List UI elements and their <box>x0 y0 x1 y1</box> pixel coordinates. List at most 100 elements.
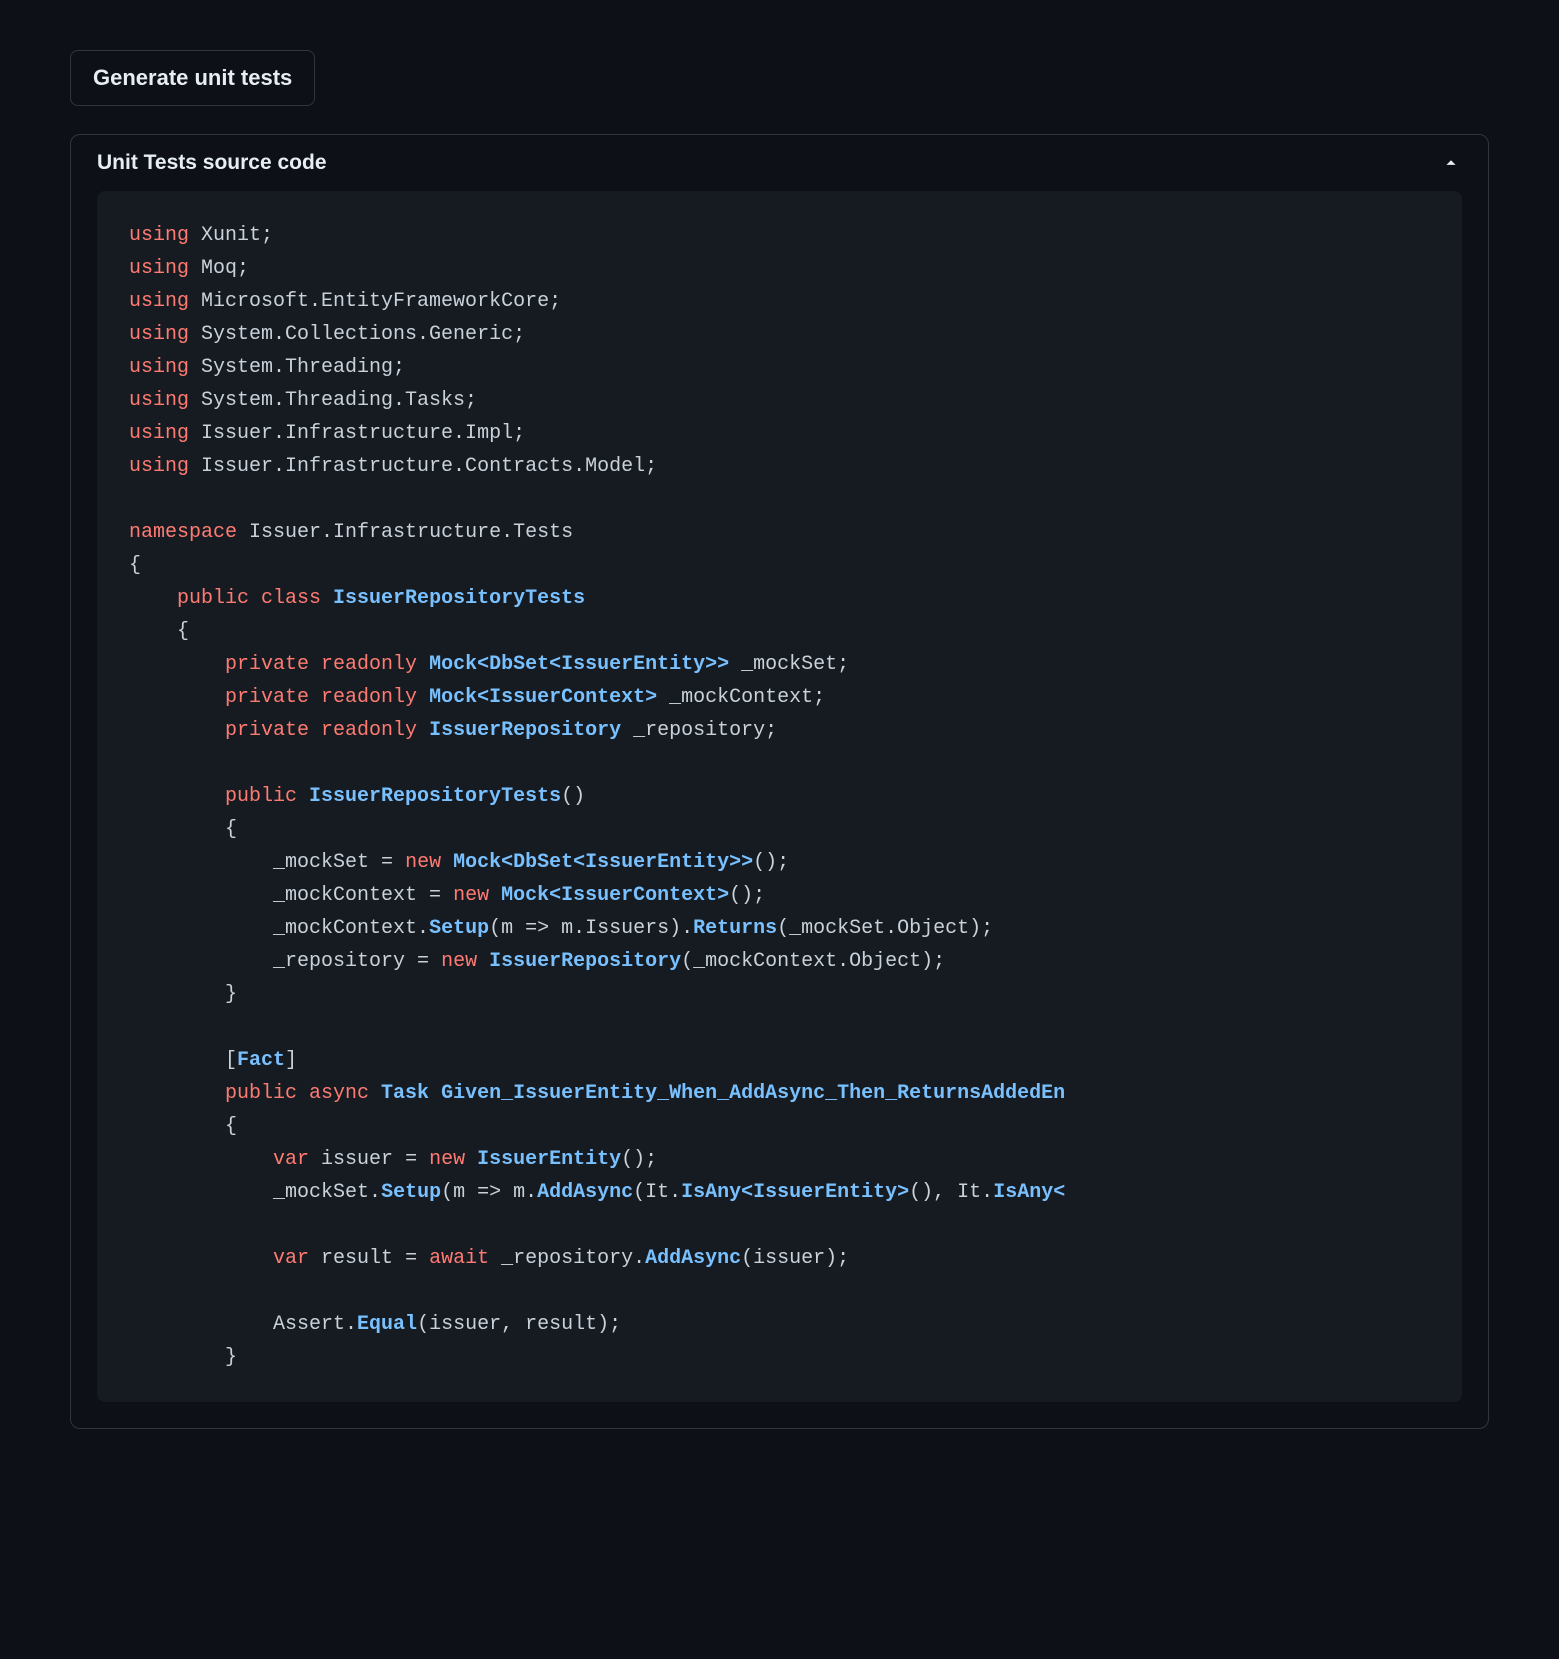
indent <box>129 653 225 676</box>
indent <box>129 1247 273 1270</box>
code-text: (); <box>729 884 765 907</box>
indent <box>129 950 273 973</box>
indent <box>129 785 225 808</box>
code-text: Issuer.Infrastructure.Impl; <box>189 422 525 445</box>
panel-header[interactable]: Unit Tests source code <box>71 135 1488 191</box>
fn-addasync: AddAsync <box>537 1181 633 1204</box>
indent <box>129 587 177 610</box>
kw-using: using <box>129 455 189 478</box>
kw-new: new <box>441 950 489 973</box>
indent <box>129 851 273 874</box>
kw-readonly: readonly <box>309 719 429 742</box>
kw-var: var <box>273 1148 309 1171</box>
type: IssuerEntity <box>477 1148 621 1171</box>
bracket: [ <box>225 1049 237 1072</box>
code-text: (issuer); <box>741 1247 849 1270</box>
fn-equal: Equal <box>357 1313 417 1336</box>
code-text: issuer = <box>309 1148 429 1171</box>
code-text: Issuer.Infrastructure.Contracts.Model; <box>189 455 657 478</box>
type: Mock<DbSet<IssuerEntity>> <box>453 851 753 874</box>
kw-new: new <box>429 1148 477 1171</box>
brace: } <box>129 983 237 1006</box>
type-task: Task <box>381 1082 441 1105</box>
code-text: _repository. <box>489 1247 645 1270</box>
kw-public: public <box>225 785 309 808</box>
attr-fact: Fact <box>237 1049 285 1072</box>
bracket: ] <box>285 1049 297 1072</box>
kw-readonly: readonly <box>309 686 429 709</box>
type: Mock<DbSet<IssuerEntity>> <box>429 653 729 676</box>
kw-using: using <box>129 422 189 445</box>
kw-var: var <box>273 1247 309 1270</box>
method-name: Given_IssuerEntity_When_AddAsync_Then_Re… <box>441 1082 1065 1105</box>
code-text: (m => m. <box>441 1181 537 1204</box>
code-text: Microsoft.EntityFrameworkCore; <box>189 290 561 313</box>
code-text: Moq; <box>189 257 249 280</box>
chevron-up-icon <box>1440 152 1462 174</box>
indent <box>129 686 225 709</box>
indent <box>129 1181 273 1204</box>
kw-using: using <box>129 290 189 313</box>
kw-readonly: readonly <box>309 653 429 676</box>
kw-using: using <box>129 257 189 280</box>
kw-using: using <box>129 389 189 412</box>
kw-public: public <box>177 587 249 610</box>
kw-private: private <box>225 686 309 709</box>
kw-public-async: public async <box>225 1082 381 1105</box>
code-text: _mockContext. <box>273 917 429 940</box>
indent <box>129 719 225 742</box>
indent <box>129 1082 225 1105</box>
kw-private: private <box>225 719 309 742</box>
fn-isany: IsAny< <box>993 1181 1065 1204</box>
code-text: Assert. <box>273 1313 357 1336</box>
field-name: _repository; <box>621 719 777 742</box>
brace: } <box>129 1346 237 1369</box>
code-text: (_mockContext.Object); <box>681 950 945 973</box>
code-text: (_mockSet.Object); <box>777 917 993 940</box>
brace: { <box>129 620 189 643</box>
kw-using: using <box>129 356 189 379</box>
code-block[interactable]: using Xunit; using Moq; using Microsoft.… <box>97 191 1462 1402</box>
code-text: (); <box>753 851 789 874</box>
type: IssuerRepository <box>429 719 621 742</box>
code-text: result = <box>309 1247 429 1270</box>
kw-using: using <box>129 224 189 247</box>
indent <box>129 884 273 907</box>
code-text: (); <box>621 1148 657 1171</box>
fn-setup: Setup <box>429 917 489 940</box>
kw-class: class <box>249 587 333 610</box>
code-text: Issuer.Infrastructure.Tests <box>237 521 573 544</box>
paren: () <box>561 785 585 808</box>
ctor-name: IssuerRepositoryTests <box>309 785 561 808</box>
type: Mock<IssuerContext> <box>501 884 729 907</box>
brace: { <box>129 1115 237 1138</box>
indent <box>129 1049 225 1072</box>
code-text: _mockSet. <box>273 1181 381 1204</box>
fn-setup: Setup <box>381 1181 441 1204</box>
code-text: System.Threading.Tasks; <box>189 389 477 412</box>
indent <box>129 917 273 940</box>
kw-private: private <box>225 653 309 676</box>
code-text: System.Threading; <box>189 356 405 379</box>
code-text: _repository = <box>273 950 441 973</box>
code-text: (It. <box>633 1181 681 1204</box>
code-text: (issuer, result); <box>417 1313 621 1336</box>
panel-title: Unit Tests source code <box>97 151 327 175</box>
code-text: _mockContext = <box>273 884 453 907</box>
fn-addasync: AddAsync <box>645 1247 741 1270</box>
kw-await: await <box>429 1247 489 1270</box>
kw-new: new <box>453 884 501 907</box>
kw-namespace: namespace <box>129 521 237 544</box>
brace: { <box>129 818 237 841</box>
code-text: (), It. <box>909 1181 993 1204</box>
generate-unit-tests-button[interactable]: Generate unit tests <box>70 50 315 106</box>
unit-tests-panel: Unit Tests source code using Xunit; usin… <box>70 134 1489 1429</box>
indent <box>129 1148 273 1171</box>
code-text: Xunit; <box>189 224 273 247</box>
code-text: (m => m.Issuers). <box>489 917 693 940</box>
fn-returns: Returns <box>693 917 777 940</box>
field-name: _mockContext; <box>657 686 825 709</box>
type: Mock<IssuerContext> <box>429 686 657 709</box>
field-name: _mockSet; <box>729 653 849 676</box>
kw-new: new <box>405 851 453 874</box>
